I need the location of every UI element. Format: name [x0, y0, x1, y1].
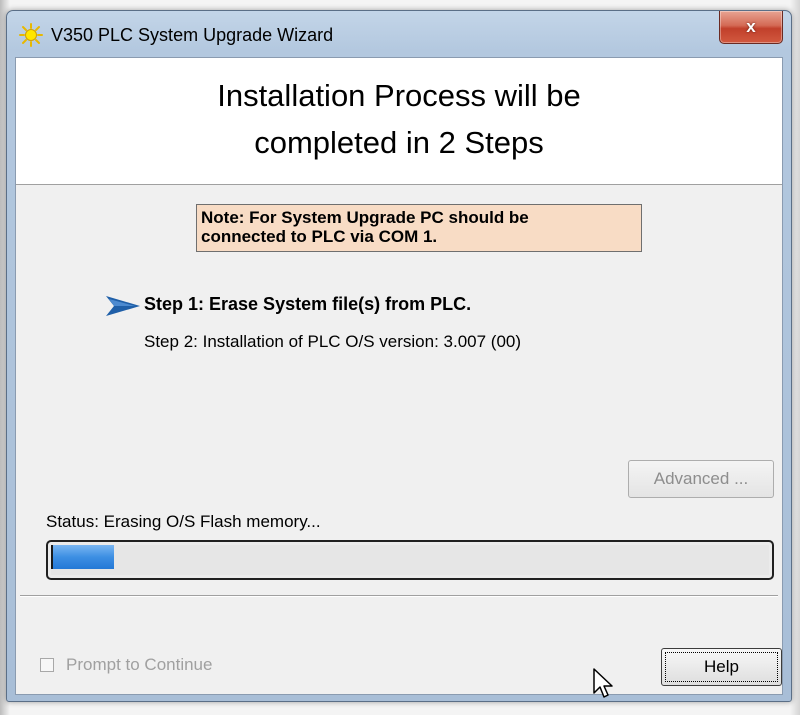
sun-icon [19, 23, 43, 47]
prompt-to-continue-label: Prompt to Continue [66, 655, 213, 674]
note-box: Note: For System Upgrade PC should be co… [196, 204, 642, 252]
help-button[interactable]: Help [661, 648, 782, 686]
note-line-1: Note: For System Upgrade PC should be [201, 208, 529, 227]
header-title-line-2: completed in 2 Steps [254, 125, 544, 160]
title-bar[interactable]: V350 PLC System Upgrade Wizard x [7, 11, 791, 57]
step-2-label: Step 2: Installation of PLC O/S version:… [144, 332, 522, 351]
window-title: V350 PLC System Upgrade Wizard [51, 25, 334, 45]
mouse-pointer-icon [593, 668, 613, 698]
current-step-arrow-icon [106, 296, 140, 316]
header-panel: Installation Process will be completed i… [16, 58, 782, 185]
prompt-to-continue-checkbox[interactable] [40, 658, 54, 672]
close-button[interactable]: x [719, 11, 783, 44]
advanced-button[interactable]: Advanced ... [628, 460, 774, 498]
note-line-2: connected to PLC via COM 1. [201, 227, 438, 246]
progress-track [51, 545, 769, 575]
wizard-window: V350 PLC System Upgrade Wizard x Install… [6, 10, 792, 702]
close-icon: x [746, 17, 756, 36]
progress-bar [46, 540, 774, 580]
status-text: Status: Erasing O/S Flash memory... [46, 512, 321, 531]
step-1-label: Step 1: Erase System file(s) from PLC. [144, 294, 472, 314]
help-button-label: Help [665, 652, 778, 682]
wizard-client-area: Installation Process will be completed i… [15, 57, 783, 695]
header-title-line-1: Installation Process will be [217, 78, 581, 113]
footer-separator [20, 595, 778, 597]
progress-fill [51, 545, 114, 569]
